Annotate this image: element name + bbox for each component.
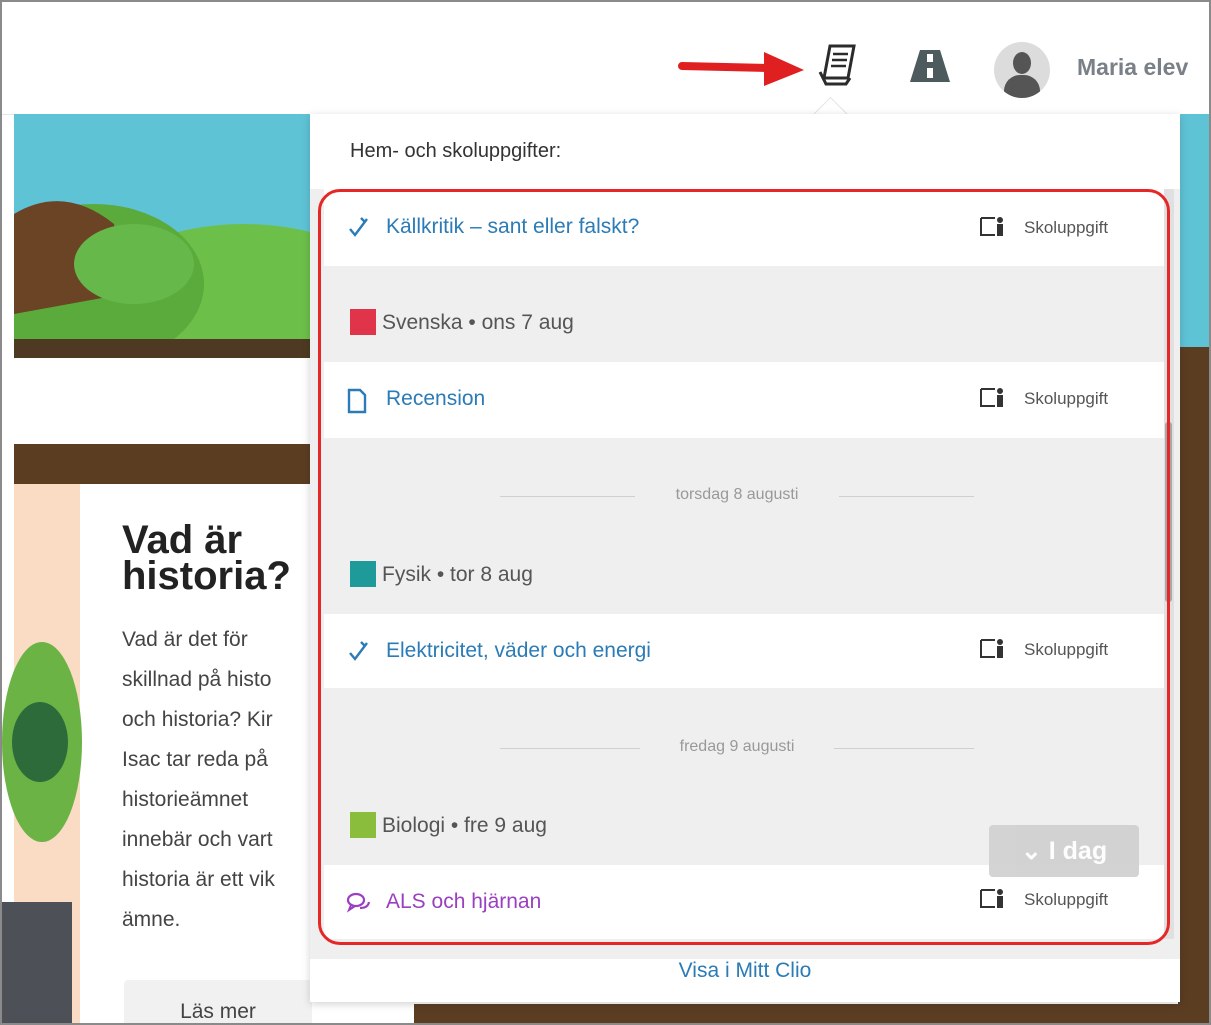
top-bar: Maria elev — [2, 2, 1209, 115]
scenery-ground-band — [14, 444, 314, 484]
date-separator: fredag 9 augusti — [500, 738, 974, 758]
avatar[interactable] — [994, 42, 1050, 98]
subject-heading: Biologi • fre 9 aug — [350, 812, 547, 838]
task-title[interactable]: Recension — [386, 387, 485, 411]
scenery-sky-right — [1178, 114, 1209, 354]
separator-line — [839, 496, 974, 497]
task-title[interactable]: Elektricitet, väder och energi — [386, 639, 651, 663]
document-icon — [347, 388, 367, 414]
task-type-label: Skoluppgift — [1024, 890, 1109, 909]
date-separator-label: torsdag 8 augusti — [675, 486, 799, 503]
task-title[interactable]: ALS och hjärnan — [386, 890, 541, 914]
article-title: Vad är historia? — [122, 518, 291, 598]
jump-to-today-button[interactable]: ⌄ I dag — [989, 825, 1139, 877]
task-type-label: Skoluppgift — [1024, 640, 1109, 659]
task-row[interactable]: Recension Skoluppgift — [324, 362, 1164, 438]
read-more-button[interactable]: Läs mer — [124, 980, 312, 1023]
hero-illustration — [14, 114, 314, 358]
school-task-icon — [980, 889, 1003, 908]
subject-label: Biologi • fre 9 aug — [382, 814, 547, 837]
view-in-mitt-clio-link[interactable]: Visa i Mitt Clio — [310, 959, 1180, 983]
landscape-illustration — [14, 201, 314, 358]
biology-icon — [350, 812, 376, 838]
scrollbar-thumb[interactable] — [1165, 422, 1172, 602]
subject-heading: Svenska • ons 7 aug — [350, 309, 574, 335]
road-illustration — [2, 902, 72, 1023]
scenery-white-band — [14, 358, 314, 444]
school-task-icon — [980, 388, 1003, 407]
road-icon[interactable] — [908, 48, 952, 84]
task-row[interactable]: Elektricitet, väder och energi Skoluppgi… — [324, 614, 1164, 688]
school-task-icon — [980, 639, 1003, 658]
avatar-head — [1013, 52, 1031, 74]
pencil-check-icon — [349, 641, 368, 661]
tree-shadow-illustration — [12, 702, 68, 782]
browser-frame: Maria elev Vad är historia? Vad är det f… — [0, 0, 1211, 1025]
red-arrow-annotation — [678, 52, 804, 86]
pencil-check-icon — [349, 217, 368, 237]
separator-line — [834, 748, 974, 749]
subject-label: Svenska • ons 7 aug — [382, 311, 574, 334]
subject-heading: Fysik • tor 8 aug — [350, 561, 533, 587]
user-name[interactable]: Maria elev — [1077, 54, 1188, 81]
task-row[interactable]: Källkritik – sant eller falskt? Skoluppg… — [324, 189, 1164, 266]
tasks-icon[interactable] — [816, 42, 860, 88]
pencil-icon — [350, 309, 376, 335]
panel-title: Hem- och skoluppgifter: — [350, 140, 562, 162]
date-separator-label: fredag 9 augusti — [679, 738, 795, 755]
avatar-body — [1004, 75, 1040, 98]
article-summary: Vad är det för skillnad på histo och his… — [122, 628, 275, 931]
physics-icon — [350, 561, 376, 587]
chat-bubbles-icon — [346, 892, 371, 913]
date-separator: torsdag 8 augusti — [500, 486, 974, 506]
task-title[interactable]: Källkritik – sant eller falskt? — [386, 215, 639, 239]
task-type-label: Skoluppgift — [1024, 389, 1109, 408]
scenery-ground-bottom — [414, 1004, 1180, 1023]
task-type-label: Skoluppgift — [1024, 218, 1109, 237]
subject-label: Fysik • tor 8 aug — [382, 563, 533, 586]
scenery-ground-right — [1178, 347, 1209, 1023]
school-task-icon — [980, 217, 1003, 236]
